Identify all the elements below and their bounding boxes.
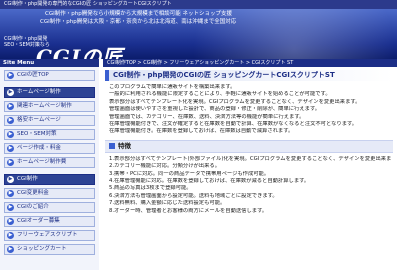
sidebar-item-page-price[interactable]: ▶ ページ作成・料金: [4, 143, 95, 154]
banner-text-2: CGI制作・php開発は大阪・京都・奈良から北は北海道、南は沖縄まで全国対応: [40, 19, 237, 25]
sidebar-item-label: CGI変更料金: [17, 190, 49, 196]
sidebar-item-freeware[interactable]: ▶ フリーウェアスクリプト: [4, 230, 95, 241]
feature-item: 5.商品の写真は3枚まで登録可能。: [109, 185, 192, 192]
arrow-icon: ▶: [7, 145, 14, 152]
sidebar-item-label: SEO・SEM対策: [17, 131, 57, 137]
sidebar: Site Menu ▶ CGIの匠TOP ▶ ホームページ制作 ▶ 関連ホームページ制…: [0, 59, 99, 270]
sidebar-item-label: 関連ホームページ制作: [17, 103, 72, 109]
header-banner: CGI制作・php開発なら小規模から大規模まで相談可能 ネットショップ支援 CG…: [0, 9, 397, 59]
intro-paragraph: このプログラムで簡単に通販サイトを構築出来ます。 一般的に利用される機能に限定す…: [109, 84, 391, 136]
features-heading: 特徴: [105, 139, 393, 153]
arrow-icon: ▶: [7, 246, 14, 253]
intro-line: 表示部分はすべてテンプレート化を実現。CGIプログラムを変更することなく、デザイ…: [109, 98, 361, 105]
sidebar-item-cgi-order[interactable]: ▶ CGIオーダー募集: [4, 216, 95, 227]
sidebar-item-label: CGIの匠TOP: [17, 72, 49, 78]
feature-item: 4.在庫管理機能に対応。在庫数を登録しておけば、在庫数が減ると自動計算します。: [109, 178, 310, 185]
arrow-icon: ▶: [7, 190, 14, 197]
arrow-icon: ▶: [7, 89, 14, 96]
sidebar-item-label: フリーウェアスクリプト: [17, 232, 78, 238]
sidebar-item-homepage[interactable]: ▶ ホームページ制作: [4, 87, 95, 98]
logo-mark: CGIの匠: [36, 45, 124, 59]
feature-item: 2.カテゴリー機能に対応。分類分けが出来る。: [109, 163, 220, 170]
sidebar-item-label: ホームページ制作: [17, 89, 61, 95]
sidebar-item-seo[interactable]: ▶ SEO・SEM対策: [4, 129, 95, 140]
intro-line: 在庫管理機能付きで、注文が確定すると在庫数を自動で計算、在庫数がなくなると注文不…: [109, 121, 358, 128]
sidebar-item-label: CGIのご紹介: [17, 204, 49, 210]
sidebar-item-label: 格安ホームページ: [17, 117, 61, 123]
banner-text-1: CGI制作・php開発なら小規模から大規模まで相談可能 ネットショップ支援: [45, 11, 232, 17]
intro-line: 在庫管理機能付き。在庫数を登録しておけば、在庫数は自動で減算されます。: [109, 128, 294, 135]
intro-line: 管理画面は使いやすさを重視した設計で、商品の登録・修正・削除が、簡単に行えます。: [109, 106, 321, 113]
sidebar-item-top[interactable]: ▶ CGIの匠TOP: [4, 70, 95, 81]
main-content: CGI制作TOP > CGI制作 > フリーウェアショッピングカート > CGI…: [103, 59, 397, 270]
sidebar-item-label: ページ作成・料金: [17, 145, 61, 151]
breadcrumb[interactable]: CGI制作TOP > CGI制作 > フリーウェアショッピングカート > CGI…: [103, 59, 397, 67]
feature-item: 3.携帯・PCに対応。同一の商品データで携帯用ページも作成可能。: [109, 170, 270, 177]
arrow-icon: ▶: [7, 103, 14, 110]
sidebar-item-cgi-change[interactable]: ▶ CGI変更料金: [4, 188, 95, 199]
sidebar-item-cgi[interactable]: ▶ CGI制作: [4, 174, 95, 185]
feature-item: 1.表示部分はすべてテンプレート(外部ファイル)化を実現。CGIプログラムを変更…: [109, 155, 391, 162]
sidebar-item-label: CGI制作: [17, 176, 38, 182]
page-title: CGI制作・php開発のCGIの匠 ショッピングカートCGIスクリプトST: [105, 70, 393, 81]
sidebar-header: Site Menu: [0, 59, 99, 67]
feature-item: 6.決済方法も管理画面から設定可能。送料も地域ごとに設定できます。: [109, 192, 278, 199]
sidebar-item-homepage-cost[interactable]: ▶ ホームページ制作費: [4, 157, 95, 168]
arrow-icon: ▶: [7, 176, 14, 183]
sidebar-item-related-homepage[interactable]: ▶ 関連ホームページ制作: [4, 101, 95, 112]
features-heading-label: 特徴: [118, 141, 131, 150]
intro-line: このプログラムで簡単に通販サイトを構築出来ます。: [109, 84, 236, 90]
arrow-icon: ▶: [7, 131, 14, 138]
arrow-icon: ▶: [7, 72, 14, 79]
sidebar-item-label: ホームページ制作費: [17, 159, 67, 165]
sidebar-item-cgi-intro[interactable]: ▶ CGIのご紹介: [4, 202, 95, 213]
sidebar-item-label: CGIオーダー募集: [17, 218, 60, 224]
site-logo[interactable]: CGI制作・php開発 SEO・SEM対策なら CGIの匠: [4, 35, 122, 59]
feature-item: 8.オーダー時、管理者とお客様の両方にメールを自動送信します。: [109, 207, 268, 214]
intro-line: 管理画面では、カテゴリー、在庫数、送料、決済方法等の機能が簡単に行えます。: [109, 113, 305, 120]
arrow-icon: ▶: [7, 159, 14, 166]
features-list: 1.表示部分はすべてテンプレート(外部ファイル)化を実現。CGIプログラムを変更…: [109, 156, 391, 215]
square-bullet-icon: [109, 142, 115, 149]
arrow-icon: ▶: [7, 218, 14, 225]
feature-item: 7.送料無料、購入金額に応じた送料設定も可能。: [109, 200, 226, 207]
top-tagline-bar: CGI制作・php開発の専門的なCGIの匠 ショッピングカートCGIスクリプト: [0, 0, 397, 9]
intro-line: 一般的に利用される機能に限定することにより、手軽に通販サイトを始めることが可能で…: [109, 91, 331, 98]
sidebar-item-shopping-cart[interactable]: ▶ ショッピングカート: [4, 244, 95, 255]
sidebar-item-cheap-homepage[interactable]: ▶ 格安ホームページ: [4, 115, 95, 126]
arrow-icon: ▶: [7, 117, 14, 124]
arrow-icon: ▶: [7, 232, 14, 239]
arrow-icon: ▶: [7, 204, 14, 211]
sidebar-item-label: ショッピングカート: [17, 246, 67, 252]
